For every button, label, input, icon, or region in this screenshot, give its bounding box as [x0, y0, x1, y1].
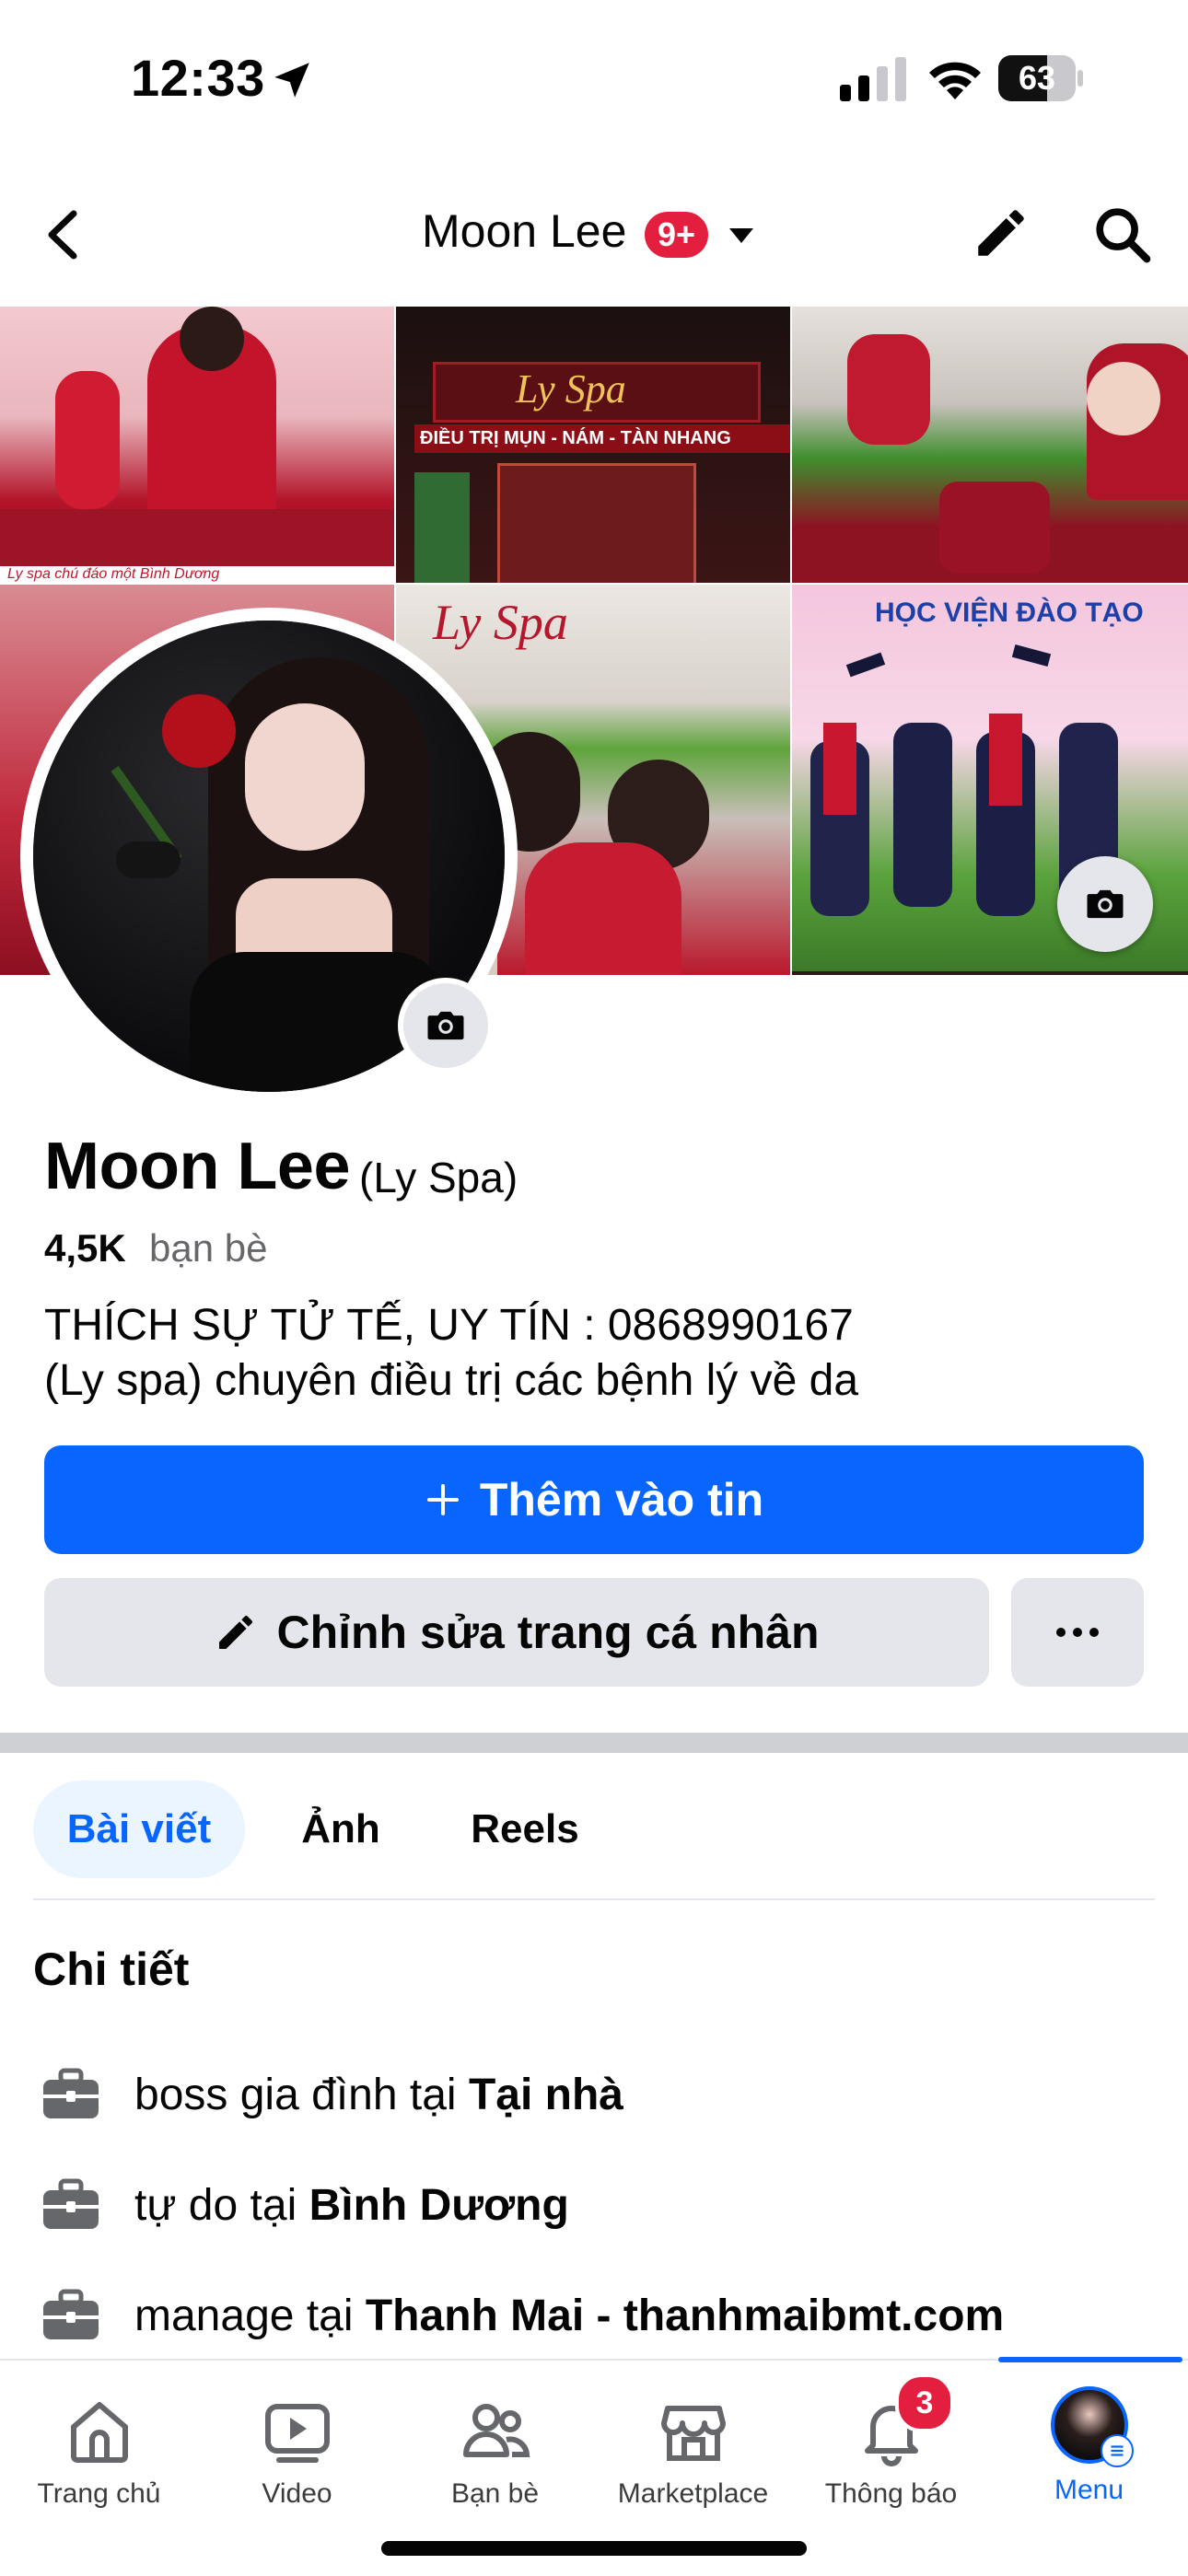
nav-video[interactable]: Video	[198, 2361, 396, 2526]
home-indicator	[381, 2541, 807, 2556]
nav-active-indicator	[998, 2357, 1182, 2362]
tabs-underline	[33, 1898, 1155, 1900]
section-divider	[0, 1733, 1188, 1753]
detail-place[interactable]: Thanh Mai - thanhmaibmt.com	[366, 2292, 1004, 2340]
profile-name: Moon Lee	[44, 1130, 351, 1203]
briefcase-icon	[43, 2178, 99, 2229]
nav-home-label: Trang chủ	[37, 2478, 161, 2509]
nav-friends[interactable]: Bạn bè	[396, 2361, 594, 2526]
cover-tile-massage: Ly spa chú đáo một Bình Dương	[0, 307, 394, 583]
detail-item: boss gia đình tại Tại nhà	[41, 2062, 623, 2127]
tab-reels[interactable]: Reels	[442, 1781, 608, 1878]
edit-pencil-icon[interactable]	[971, 203, 1031, 263]
plus-icon	[426, 1484, 459, 1515]
add-to-story-label: Thêm vào tin	[479, 1474, 764, 1526]
avatar-camera-button[interactable]	[398, 978, 494, 1073]
friends-count[interactable]: 4,5K	[44, 1226, 126, 1271]
wifi-icon	[929, 62, 981, 99]
notification-count-badge: 3	[895, 2373, 954, 2432]
bio-line-2: (Ly spa) chuyên điều trị các bệnh lý về …	[44, 1356, 859, 1405]
detail-prep: tại	[306, 2291, 354, 2340]
menu-lines-icon	[1110, 2445, 1124, 2456]
nav-notifications[interactable]: Thông báo	[792, 2361, 990, 2526]
back-icon[interactable]	[37, 203, 92, 267]
cover-tile-storefront: Ly Spa ĐIỀU TRỊ MỤN - NÁM - TÀN NHANG	[396, 307, 790, 583]
home-icon	[70, 2402, 128, 2463]
add-to-story-button[interactable]: Thêm vào tin	[44, 1445, 1144, 1554]
detail-role: manage	[134, 2291, 295, 2340]
more-options-button[interactable]	[1011, 1578, 1144, 1687]
briefcase-icon	[43, 2068, 99, 2118]
video-icon	[264, 2404, 330, 2463]
detail-prep: tại	[409, 2070, 457, 2119]
cover-caption: Ly spa chú đáo một Bình Dương	[7, 566, 220, 582]
briefcase-icon	[43, 2289, 99, 2339]
chevron-down-icon[interactable]	[728, 225, 755, 247]
cellular-signal-icon	[840, 57, 906, 101]
tab-photos[interactable]: Ảnh	[276, 1781, 405, 1878]
more-dots-icon	[1056, 1628, 1099, 1637]
detail-role: boss gia đình	[134, 2070, 398, 2119]
battery-percent: 63	[1018, 59, 1056, 97]
nav-home[interactable]: Trang chủ	[0, 2361, 198, 2526]
edit-profile-button[interactable]: Chỉnh sửa trang cá nhân	[44, 1578, 989, 1687]
detail-place[interactable]: Bình Dương	[309, 2181, 569, 2230]
cover-camera-button[interactable]	[1057, 856, 1153, 952]
nav-video-label: Video	[262, 2478, 332, 2509]
nav-marketplace[interactable]: Marketplace	[594, 2361, 792, 2526]
menu-avatar-icon	[1050, 2386, 1134, 2467]
location-arrow-icon	[274, 63, 309, 98]
bio-line-1: THÍCH SỰ TỬ TẾ, UY TÍN : 0868990167	[44, 1301, 854, 1350]
marketplace-icon	[660, 2406, 726, 2461]
cover-banner-text: HỌC VIỆN ĐÀO TẠO	[875, 598, 1144, 628]
cover-sign-text: Ly Spa	[516, 366, 626, 412]
nav-marketplace-label: Marketplace	[617, 2478, 769, 2509]
camera-icon	[427, 1011, 464, 1040]
nav-menu[interactable]: Menu	[990, 2361, 1188, 2526]
camera-icon	[1087, 889, 1124, 919]
detail-prep: tại	[250, 2180, 297, 2230]
friends-label[interactable]: bạn bè	[149, 1226, 267, 1271]
nav-menu-label: Menu	[1054, 2475, 1124, 2505]
details-title: Chi tiết	[33, 1944, 190, 1995]
detail-role: tự do	[134, 2180, 239, 2230]
search-icon[interactable]	[1090, 203, 1155, 267]
detail-item: manage tại Thanh Mai - thanhmaibmt.com	[41, 2283, 1004, 2348]
friends-icon	[462, 2404, 530, 2457]
nav-friends-label: Bạn bè	[450, 2478, 540, 2509]
tab-posts[interactable]: Bài viết	[33, 1781, 245, 1878]
edit-profile-label: Chỉnh sửa trang cá nhân	[276, 1607, 820, 1658]
battery-indicator: 63	[998, 55, 1083, 101]
profile-alternate-name: (Ly Spa)	[359, 1154, 518, 1201]
cover-tile-facial	[792, 307, 1188, 583]
detail-place[interactable]: Tại nhà	[469, 2071, 623, 2119]
detail-item: tự do tại Bình Dương	[41, 2173, 569, 2237]
header-title[interactable]: Moon Lee	[422, 204, 626, 258]
nav-notifications-label: Thông báo	[824, 2478, 958, 2509]
status-time: 12:33	[131, 49, 265, 107]
header-notification-badge: 9+	[645, 212, 709, 258]
cover-sign-subtext: ĐIỀU TRỊ MỤN - NÁM - TÀN NHANG	[414, 424, 790, 453]
pencil-icon	[219, 1615, 253, 1649]
